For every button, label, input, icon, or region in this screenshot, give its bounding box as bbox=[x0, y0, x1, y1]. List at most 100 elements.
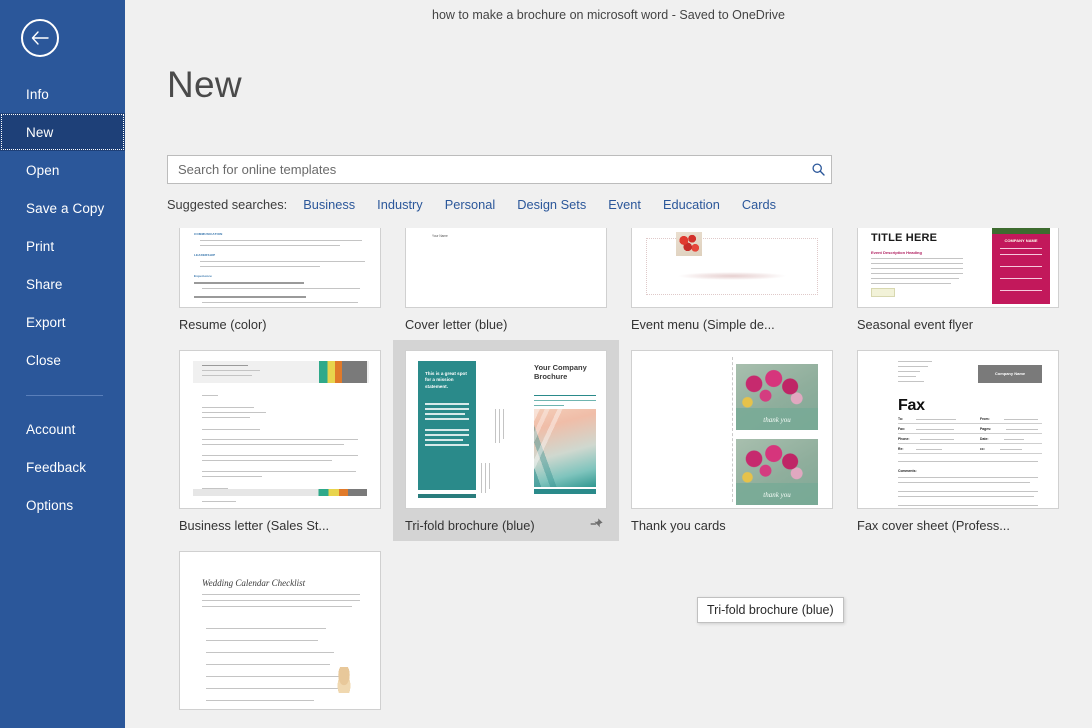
thumb-name-placeholder: Your Name bbox=[432, 234, 448, 238]
suggested-search-cards[interactable]: Cards bbox=[742, 197, 776, 212]
backstage-sidebar: Info New Open Save a Copy Print Share Ex… bbox=[0, 0, 125, 728]
template-thumbnail[interactable]: Company Name Fax To: From: Fax: Pages: P… bbox=[857, 350, 1059, 509]
thumb-mission-statement: This is a great spot for a mission state… bbox=[425, 371, 469, 390]
template-card-fax-cover-sheet[interactable]: Company Name Fax To: From: Fax: Pages: P… bbox=[845, 340, 1071, 541]
template-card-wedding-checklist[interactable]: Wedding Calendar Checklist bbox=[167, 541, 393, 718]
template-card-thank-you-cards[interactable]: thank you thank you Thank you cards bbox=[619, 340, 845, 541]
template-caption: Business letter (Sales St... bbox=[179, 518, 381, 533]
template-card-resume[interactable]: COMMUNICATION LEADERSHIP Experience Resu… bbox=[167, 218, 393, 340]
suggested-search-industry[interactable]: Industry bbox=[377, 197, 423, 212]
sidebar-item-label: Options bbox=[26, 498, 73, 513]
backstage-nav-primary: Info New Open Save a Copy Print Share Ex… bbox=[0, 75, 125, 524]
template-thumbnail[interactable]: COMMUNICATION LEADERSHIP Experience bbox=[179, 228, 381, 308]
sidebar-item-open[interactable]: Open bbox=[0, 151, 125, 189]
thumb-footer-bar bbox=[193, 489, 367, 496]
sidebar-item-share[interactable]: Share bbox=[0, 265, 125, 303]
thumb-wedding-title: Wedding Calendar Checklist bbox=[202, 578, 305, 588]
thumb-color-flag bbox=[319, 361, 367, 383]
thumb-fax-title: Fax bbox=[898, 397, 925, 415]
thumb-subtitle: Event Description Heading bbox=[871, 250, 922, 255]
search-input[interactable] bbox=[168, 156, 805, 183]
sidebar-item-close[interactable]: Close bbox=[0, 341, 125, 379]
sidebar-item-info[interactable]: Info bbox=[0, 75, 125, 113]
thumb-panel-underbar bbox=[418, 494, 476, 498]
template-thumbnail[interactable]: TITLE HERE Event Description Heading COM… bbox=[857, 228, 1059, 308]
sidebar-divider bbox=[26, 395, 103, 396]
thumb-border-decoration bbox=[646, 238, 818, 295]
sidebar-item-print[interactable]: Print bbox=[0, 227, 125, 265]
thumb-fold-line bbox=[732, 357, 733, 502]
template-caption: Resume (color) bbox=[179, 317, 381, 332]
thumb-image-underbar bbox=[534, 489, 596, 494]
sidebar-item-export[interactable]: Export bbox=[0, 303, 125, 341]
sidebar-item-label: Save a Copy bbox=[26, 201, 104, 216]
sidebar-item-label: Print bbox=[26, 239, 54, 254]
template-caption: Seasonal event flyer bbox=[857, 317, 1059, 332]
sidebar-item-label: Open bbox=[26, 163, 59, 178]
sidebar-item-label: Export bbox=[26, 315, 66, 330]
suggested-search-design-sets[interactable]: Design Sets bbox=[517, 197, 586, 212]
sidebar-item-label: Feedback bbox=[26, 460, 86, 475]
suggested-searches: Suggested searches: Business Industry Pe… bbox=[167, 197, 798, 212]
sidebar-item-save-a-copy[interactable]: Save a Copy bbox=[0, 189, 125, 227]
back-button[interactable] bbox=[21, 19, 59, 57]
template-tooltip: Tri-fold brochure (blue) bbox=[697, 597, 844, 623]
thumb-thankyou-text: thank you bbox=[736, 491, 818, 499]
thumb-vertical-text-1 bbox=[496, 409, 498, 447]
suggested-search-event[interactable]: Event bbox=[608, 197, 641, 212]
template-card-business-letter[interactable]: Business letter (Sales St... bbox=[167, 340, 393, 541]
search-icon[interactable] bbox=[805, 163, 831, 176]
suggested-search-education[interactable]: Education bbox=[663, 197, 720, 212]
template-card-trifold-brochure[interactable]: This is a great spot for a mission state… bbox=[393, 340, 619, 541]
sidebar-item-options[interactable]: Options bbox=[0, 486, 125, 524]
suggested-search-business[interactable]: Business bbox=[303, 197, 355, 212]
thumb-vertical-text-2 bbox=[482, 463, 484, 497]
suggested-search-personal[interactable]: Personal bbox=[445, 197, 496, 212]
thumb-company-box: Company Name bbox=[978, 365, 1042, 383]
document-title: how to make a brochure on microsoft word… bbox=[125, 8, 1092, 22]
thumb-thankyou-text: thank you bbox=[736, 416, 818, 424]
thumb-card-top: thank you bbox=[736, 364, 818, 430]
backstage-main: how to make a brochure on microsoft word… bbox=[125, 0, 1092, 728]
page-title: New bbox=[167, 64, 242, 106]
thumb-company-label: Company Name bbox=[978, 365, 1042, 383]
thumb-cta-button bbox=[871, 288, 895, 297]
template-search-box[interactable] bbox=[167, 155, 832, 184]
thumb-berry-image bbox=[676, 232, 702, 256]
thumb-brochure-heading: Your Company Brochure bbox=[534, 363, 596, 381]
sidebar-item-feedback[interactable]: Feedback bbox=[0, 448, 125, 486]
thumb-bear-illustration bbox=[334, 667, 354, 693]
sidebar-item-label: Share bbox=[26, 277, 63, 292]
template-caption: Event menu (Simple de... bbox=[631, 317, 833, 332]
sidebar-item-account[interactable]: Account bbox=[0, 410, 125, 448]
thumb-company-name: COMPANY NAME bbox=[992, 238, 1050, 243]
template-caption: Cover letter (blue) bbox=[405, 317, 607, 332]
suggested-searches-label: Suggested searches: bbox=[167, 197, 287, 212]
thumb-brochure-image bbox=[534, 409, 596, 487]
template-gallery: COMMUNICATION LEADERSHIP Experience Resu… bbox=[167, 218, 1092, 718]
template-thumbnail[interactable]: Your Name bbox=[405, 228, 607, 308]
template-thumbnail[interactable] bbox=[631, 228, 833, 308]
thumb-card-bottom: thank you bbox=[736, 439, 818, 505]
thumb-ornament bbox=[677, 272, 787, 280]
sidebar-item-label: Info bbox=[26, 87, 49, 102]
thumb-pink-panel: COMPANY NAME bbox=[992, 234, 1050, 304]
sidebar-item-label: New bbox=[26, 125, 53, 140]
template-thumbnail[interactable]: thank you thank you bbox=[631, 350, 833, 509]
word-backstage-new-screen: Info New Open Save a Copy Print Share Ex… bbox=[0, 0, 1092, 728]
template-thumbnail[interactable]: This is a great spot for a mission state… bbox=[405, 350, 607, 509]
template-card-seasonal-flyer[interactable]: TITLE HERE Event Description Heading COM… bbox=[845, 218, 1071, 340]
template-thumbnail[interactable] bbox=[179, 350, 381, 509]
template-thumbnail[interactable]: Wedding Calendar Checklist bbox=[179, 551, 381, 710]
thumb-teal-panel: This is a great spot for a mission state… bbox=[418, 361, 476, 490]
template-card-event-menu[interactable]: Event menu (Simple de... bbox=[619, 218, 845, 340]
thumb-title: TITLE HERE bbox=[871, 232, 937, 244]
template-caption: Thank you cards bbox=[631, 518, 833, 533]
sidebar-item-label: Account bbox=[26, 422, 75, 437]
template-card-cover-letter[interactable]: Your Name Cover letter (blue) bbox=[393, 218, 619, 340]
template-caption: Tri-fold brochure (blue) bbox=[405, 518, 607, 533]
sidebar-item-new[interactable]: New bbox=[0, 113, 125, 151]
pushpin-icon[interactable] bbox=[589, 516, 605, 532]
sidebar-item-label: Close bbox=[26, 353, 61, 368]
template-caption: Fax cover sheet (Profess... bbox=[857, 518, 1059, 533]
